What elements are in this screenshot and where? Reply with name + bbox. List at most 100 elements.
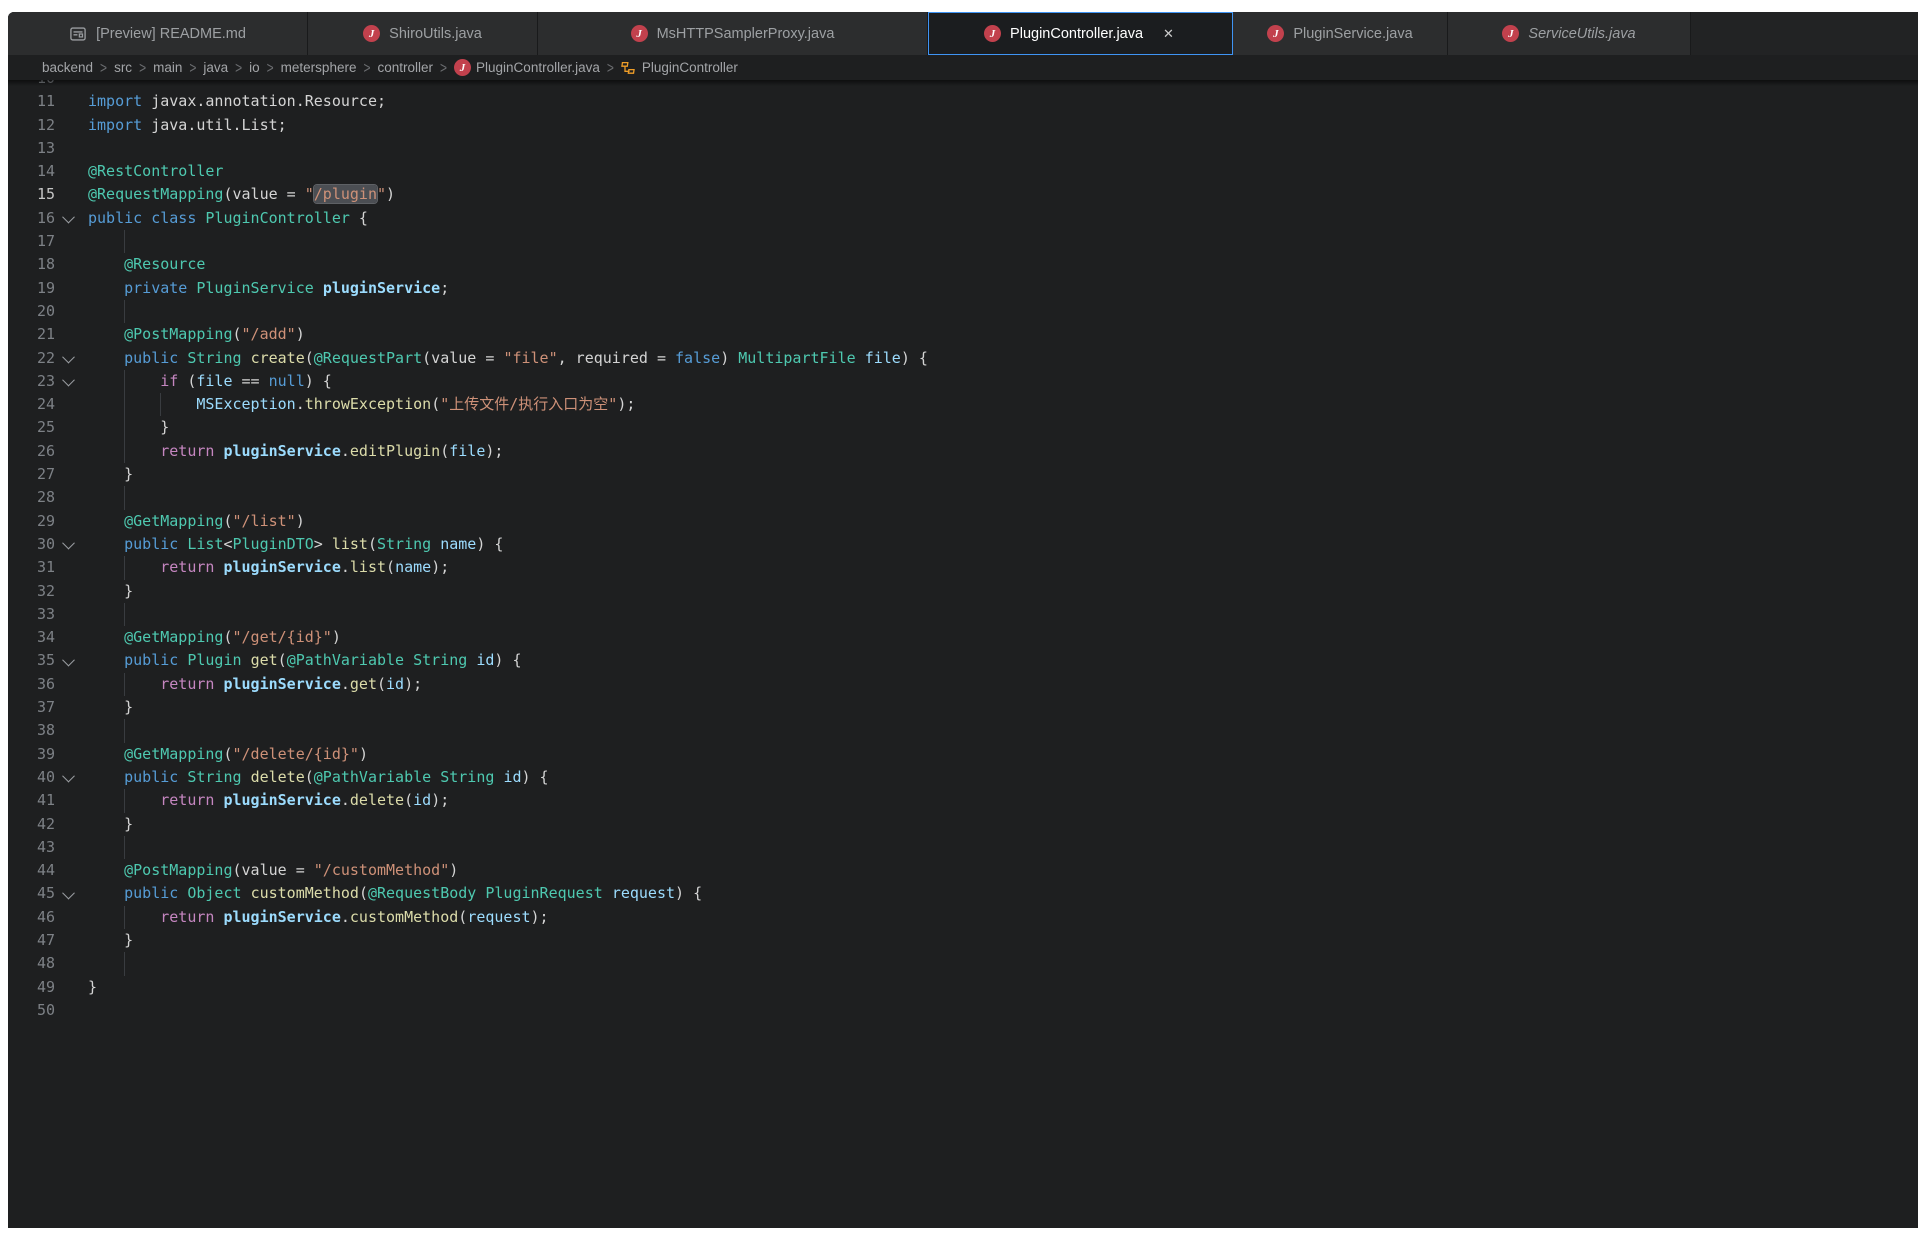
chevron-down-icon[interactable] — [62, 537, 75, 550]
code-line-text[interactable]: } — [81, 580, 1918, 603]
chevron-down-icon[interactable] — [62, 770, 75, 783]
code-line-text[interactable]: @GetMapping("/list") — [81, 510, 1918, 533]
breadcrumb-separator-icon: > — [100, 58, 107, 76]
code-line-text[interactable]: } — [81, 813, 1918, 836]
code-line-text[interactable] — [81, 836, 1918, 859]
tab-shiroutils-java[interactable]: JShiroUtils.java — [308, 12, 538, 55]
code-line-text[interactable]: public String create(@RequestPart(value … — [81, 347, 1918, 370]
breadcrumb-item-plugincontroller-java[interactable]: JPluginController.java — [454, 59, 600, 76]
tab-serviceutils-java[interactable]: JServiceUtils.java — [1448, 12, 1691, 55]
fold-gutter — [55, 580, 81, 603]
chevron-down-icon[interactable] — [62, 211, 75, 224]
code-line-text[interactable]: public Object customMethod(@RequestBody … — [81, 882, 1918, 905]
code-line-text[interactable] — [81, 999, 1918, 1022]
code-line-text[interactable]: } — [81, 929, 1918, 952]
code-line-text[interactable]: return pluginService.list(name); — [81, 556, 1918, 579]
indent-guide — [124, 952, 125, 975]
code-line-text[interactable]: @PostMapping("/add") — [81, 323, 1918, 346]
code-line: 19 private PluginService pluginService; — [8, 277, 1918, 300]
chevron-down-icon[interactable] — [62, 350, 75, 363]
code-line-text[interactable]: @Resource — [81, 253, 1918, 276]
chevron-down-icon[interactable] — [62, 653, 75, 666]
tab--preview-readme-md[interactable]: [Preview] README.md — [8, 12, 308, 55]
breadcrumb-label: controller — [377, 60, 433, 75]
code-line-text[interactable]: return pluginService.customMethod(reques… — [81, 906, 1918, 929]
editor[interactable]: 1011import javax.annotation.Resource;12i… — [8, 80, 1918, 1228]
breadcrumb-item-controller[interactable]: controller — [377, 60, 433, 75]
code-line: 46 return pluginService.customMethod(req… — [8, 906, 1918, 929]
code-line-text[interactable]: } — [81, 696, 1918, 719]
line-number: 17 — [8, 230, 55, 253]
close-icon[interactable]: ✕ — [1160, 25, 1177, 42]
code-line-text[interactable]: if (file == null) { — [81, 370, 1918, 393]
fold-gutter — [55, 859, 81, 882]
fold-gutter — [55, 952, 81, 975]
fold-gutter — [55, 90, 81, 113]
breadcrumb-item-metersphere[interactable]: metersphere — [281, 60, 357, 75]
breadcrumb-item-src[interactable]: src — [114, 60, 132, 75]
fold-gutter — [55, 766, 81, 789]
line-number: 44 — [8, 859, 55, 882]
breadcrumb-item-io[interactable]: io — [249, 60, 260, 75]
markdown-preview-icon — [69, 25, 87, 43]
code-line: 21 @PostMapping("/add") — [8, 323, 1918, 346]
code-line-text[interactable] — [81, 230, 1918, 253]
code-line-text[interactable] — [81, 952, 1918, 975]
code-line-text[interactable] — [81, 137, 1918, 160]
breadcrumb-item-plugincontroller[interactable]: PluginController — [621, 60, 738, 76]
fold-gutter — [55, 789, 81, 812]
code-line: 50 — [8, 999, 1918, 1022]
tab-label: [Preview] README.md — [96, 26, 246, 42]
fold-gutter — [55, 976, 81, 999]
chevron-down-icon[interactable] — [62, 374, 75, 387]
breadcrumb-item-main[interactable]: main — [153, 60, 182, 75]
code-line-text[interactable]: return pluginService.get(id); — [81, 673, 1918, 696]
code-line-text[interactable]: @PostMapping(value = "/customMethod") — [81, 859, 1918, 882]
code-line-text[interactable]: public class PluginController { — [81, 207, 1918, 230]
fold-gutter — [55, 696, 81, 719]
line-number: 31 — [8, 556, 55, 579]
code-line: 16public class PluginController { — [8, 207, 1918, 230]
fold-gutter — [55, 300, 81, 323]
fold-gutter — [55, 999, 81, 1022]
code-line: 31 return pluginService.list(name); — [8, 556, 1918, 579]
code-line-text[interactable]: import java.util.List; — [81, 114, 1918, 137]
code-line: 13 — [8, 137, 1918, 160]
code-line-text[interactable]: return pluginService.editPlugin(file); — [81, 440, 1918, 463]
code-line-text[interactable]: @RestController — [81, 160, 1918, 183]
tab-mshttpsamplerproxy-java[interactable]: JMsHTTPSamplerProxy.java — [538, 12, 928, 55]
code-line-text[interactable]: MSException.throwException("上传文件/执行入口为空"… — [81, 393, 1918, 416]
code-line: 44 @PostMapping(value = "/customMethod") — [8, 859, 1918, 882]
code-line-text[interactable]: import javax.annotation.Resource; — [81, 90, 1918, 113]
code-line-text[interactable]: } — [81, 416, 1918, 439]
code-line-text[interactable] — [81, 719, 1918, 742]
code-line-text[interactable]: @GetMapping("/delete/{id}") — [81, 743, 1918, 766]
tab-pluginservice-java[interactable]: JPluginService.java — [1233, 12, 1448, 55]
code-line: 29 @GetMapping("/list") — [8, 510, 1918, 533]
code-line-text[interactable] — [81, 603, 1918, 626]
indent-guide — [124, 370, 125, 393]
line-number: 19 — [8, 277, 55, 300]
code-line-text[interactable]: public List<PluginDTO> list(String name)… — [81, 533, 1918, 556]
code-line-text[interactable]: @GetMapping("/get/{id}") — [81, 626, 1918, 649]
tab-plugincontroller-java[interactable]: JPluginController.java✕ — [928, 12, 1233, 55]
code-line-text[interactable] — [81, 486, 1918, 509]
code-line-text[interactable]: return pluginService.delete(id); — [81, 789, 1918, 812]
code-line-text[interactable]: @RequestMapping(value = "/plugin") — [81, 183, 1918, 206]
code-line-text[interactable] — [81, 300, 1918, 323]
breadcrumb-item-backend[interactable]: backend — [42, 60, 93, 75]
code-line: 40 public String delete(@PathVariable St… — [8, 766, 1918, 789]
code-line-text[interactable]: public String delete(@PathVariable Strin… — [81, 766, 1918, 789]
code-line-text[interactable]: public Plugin get(@PathVariable String i… — [81, 649, 1918, 672]
line-number: 48 — [8, 952, 55, 975]
code-line-text[interactable] — [81, 80, 1918, 90]
line-number: 27 — [8, 463, 55, 486]
chevron-down-icon[interactable] — [62, 886, 75, 899]
line-number: 43 — [8, 836, 55, 859]
code-line-text[interactable]: } — [81, 463, 1918, 486]
line-number: 49 — [8, 976, 55, 999]
breadcrumb-item-java[interactable]: java — [203, 60, 228, 75]
code-line-text[interactable]: } — [81, 976, 1918, 999]
fold-gutter — [55, 440, 81, 463]
code-line-text[interactable]: private PluginService pluginService; — [81, 277, 1918, 300]
